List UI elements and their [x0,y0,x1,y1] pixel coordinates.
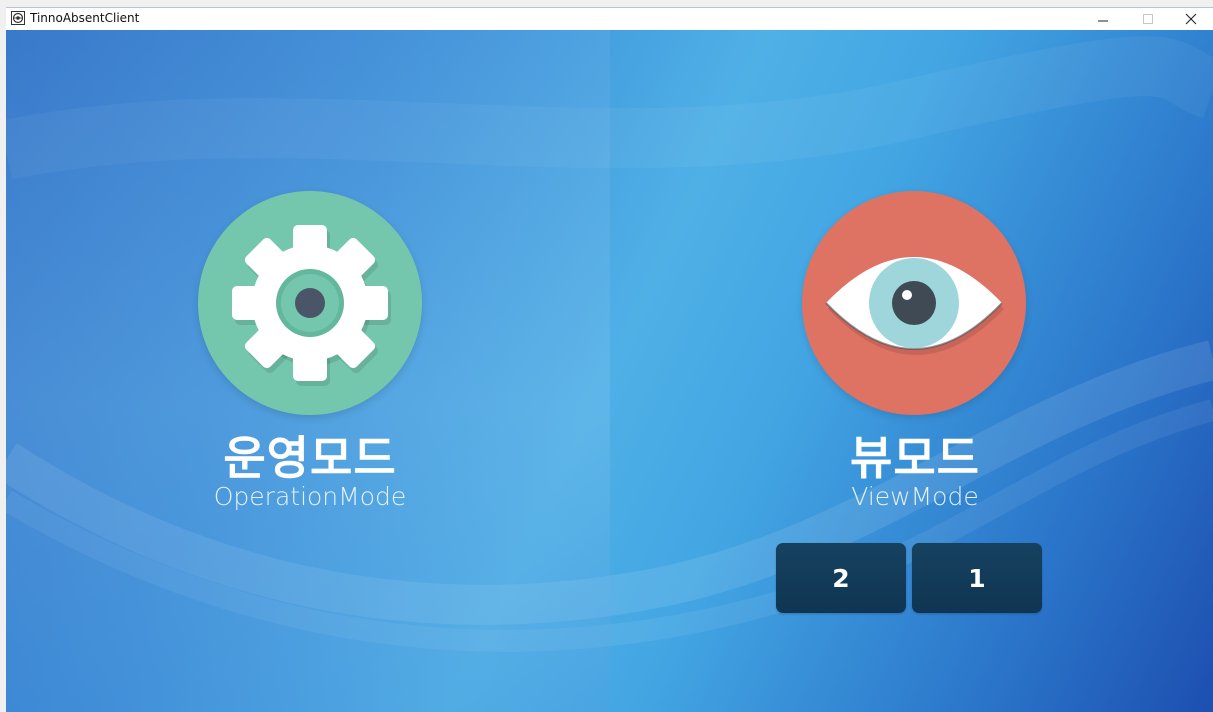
close-button[interactable] [1169,8,1213,30]
view-mode-button-2[interactable]: 2 [776,543,906,613]
minimize-icon [1098,20,1108,22]
minimize-button[interactable] [1081,8,1125,30]
gear-icon [232,225,391,386]
title-bar: TinnoAbsentClient [6,7,1213,30]
eye-icon [825,257,1004,355]
operation-mode-subtitle: OperationMode [213,482,407,511]
maximize-button[interactable] [1126,8,1170,30]
view-mode-subtitle: ViewMode [851,482,979,511]
close-icon [1185,13,1197,25]
operation-mode-button[interactable] [198,191,422,415]
main-content: 운영모드 OperationMode 뷰모드 ViewMode 2 1 [6,30,1213,712]
app-window: TinnoAbsentClient 운영모드 OperationMode 뷰모드… [0,0,1213,712]
view-mode-title: 뷰모드 [850,431,980,485]
operation-mode-title: 운영모드 [223,431,397,485]
window-title: TinnoAbsentClient [30,11,140,25]
view-mode-button-1[interactable]: 1 [912,543,1042,613]
app-icon [11,11,25,25]
maximize-icon [1143,14,1153,24]
view-mode-button[interactable] [802,191,1026,415]
